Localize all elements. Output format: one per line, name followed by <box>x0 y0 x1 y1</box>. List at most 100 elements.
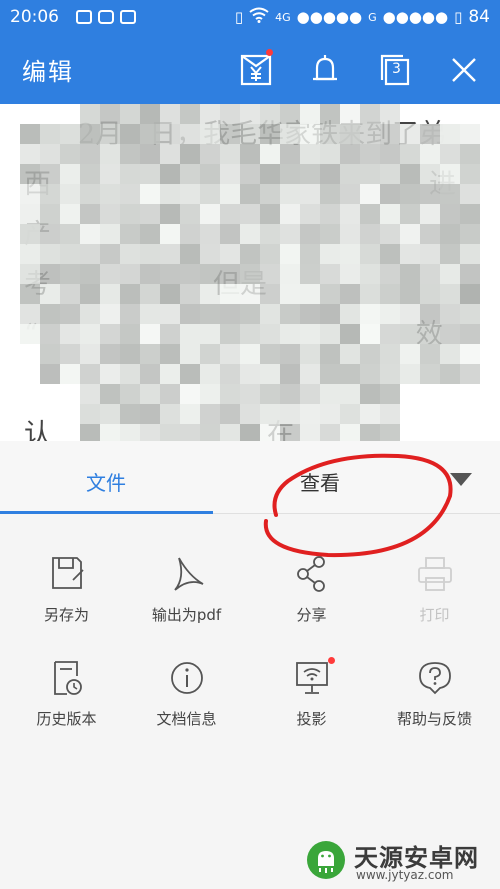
mosaic-cell <box>320 324 340 344</box>
mosaic-cell <box>200 264 220 284</box>
mosaic-cell <box>280 104 300 124</box>
share-button[interactable]: 分享 <box>249 554 374 625</box>
mosaic-cell <box>20 244 40 264</box>
mosaic-cell <box>340 364 360 384</box>
mosaic-cell <box>340 304 360 324</box>
mosaic-cell <box>460 184 480 204</box>
mosaic-cell <box>80 204 100 224</box>
mosaic-cell <box>380 104 400 124</box>
mosaic-cell <box>420 224 440 244</box>
mosaic-cell <box>100 424 120 441</box>
mosaic-cell <box>440 344 460 364</box>
mosaic-cell <box>460 144 480 164</box>
mosaic-cell <box>40 304 60 324</box>
mosaic-cell <box>360 264 380 284</box>
mosaic-cell <box>120 104 140 124</box>
mosaic-cell <box>440 304 460 324</box>
mosaic-cell <box>220 184 240 204</box>
mosaic-cell <box>140 224 160 244</box>
mosaic-cell <box>440 224 460 244</box>
mosaic-cell <box>160 104 180 124</box>
document-info-button[interactable]: 文档信息 <box>124 658 249 729</box>
mosaic-cell <box>100 244 120 264</box>
history-version-button[interactable]: 历史版本 <box>4 658 129 729</box>
mosaic-cell <box>380 244 400 264</box>
mosaic-cell <box>440 324 460 344</box>
mosaic-cell <box>240 244 260 264</box>
mosaic-cell <box>280 384 300 404</box>
mosaic-cell <box>420 244 440 264</box>
mosaic-cell <box>180 364 200 384</box>
mosaic-cell <box>360 424 380 441</box>
mosaic-cell <box>60 144 80 164</box>
print-icon <box>417 557 452 591</box>
mosaic-cell <box>260 364 280 384</box>
mosaic-cell <box>80 384 100 404</box>
close-button[interactable] <box>446 52 482 88</box>
mosaic-cell <box>180 344 200 364</box>
mosaic-cell <box>380 284 400 304</box>
mosaic-cell <box>240 424 260 441</box>
mosaic-cell <box>220 104 240 124</box>
mosaic-cell <box>380 324 400 344</box>
mosaic-cell <box>140 204 160 224</box>
mosaic-cell <box>220 124 240 144</box>
notification-button[interactable] <box>307 52 343 88</box>
mosaic-cell <box>400 304 420 324</box>
mosaic-cell <box>300 204 320 224</box>
mosaic-cell <box>100 324 120 344</box>
mosaic-cell <box>120 424 140 441</box>
mosaic-cell <box>420 264 440 284</box>
print-button[interactable]: 打印 <box>372 554 497 625</box>
mosaic-cell <box>300 284 320 304</box>
export-pdf-button[interactable]: 输出为pdf <box>124 554 249 625</box>
mosaic-cell <box>100 104 120 124</box>
tab-file[interactable]: 文件 <box>86 467 126 496</box>
mosaic-cell <box>260 264 280 284</box>
mosaic-cell <box>280 224 300 244</box>
status-time: 20:06 <box>10 7 59 27</box>
document-area[interactable]: 2月 日，我毛华家铁来到了弟西 进产 考 但是 “ 效 认 在 附 内培训 排，… <box>0 104 500 441</box>
wallet-button[interactable] <box>238 49 274 88</box>
mosaic-cell <box>260 424 280 441</box>
mosaic-cell <box>100 124 120 144</box>
mosaic-cell <box>160 124 180 144</box>
mosaic-cell <box>220 324 240 344</box>
mosaic-cell <box>320 144 340 164</box>
mosaic-cell <box>100 364 120 384</box>
mosaic-cell <box>300 304 320 324</box>
mosaic-cell <box>160 224 180 244</box>
mosaic-cell <box>180 124 200 144</box>
mosaic-cell <box>340 124 360 144</box>
save-as-button[interactable]: 另存为 <box>4 554 129 625</box>
mosaic-cell <box>280 364 300 384</box>
mosaic-cell <box>460 164 480 184</box>
redaction-mosaic <box>20 104 480 441</box>
mosaic-cell <box>400 324 420 344</box>
network-label-1: 4G <box>275 10 291 24</box>
mosaic-cell <box>200 144 220 164</box>
mosaic-cell <box>380 424 400 441</box>
mosaic-cell <box>380 124 400 144</box>
mosaic-cell <box>200 424 220 441</box>
mosaic-cell <box>420 204 440 224</box>
mosaic-cell <box>260 144 280 164</box>
info-icon <box>170 662 203 694</box>
mosaic-cell <box>120 264 140 284</box>
projection-button[interactable]: 投影 <box>249 657 374 729</box>
mosaic-cell <box>280 144 300 164</box>
mosaic-cell <box>320 124 340 144</box>
windows-button[interactable]: 3 <box>377 52 413 88</box>
mosaic-cell <box>260 244 280 264</box>
mosaic-cell <box>460 364 480 384</box>
help-feedback-button[interactable]: 帮助与反馈 <box>372 658 497 729</box>
mosaic-cell <box>180 244 200 264</box>
mosaic-cell <box>440 124 460 144</box>
mosaic-cell <box>400 364 420 384</box>
battery-level: 84 <box>468 7 490 27</box>
mosaic-cell <box>440 284 460 304</box>
mosaic-cell <box>400 164 420 184</box>
mosaic-cell <box>200 104 220 124</box>
mosaic-cell <box>60 124 80 144</box>
mosaic-cell <box>420 324 440 344</box>
